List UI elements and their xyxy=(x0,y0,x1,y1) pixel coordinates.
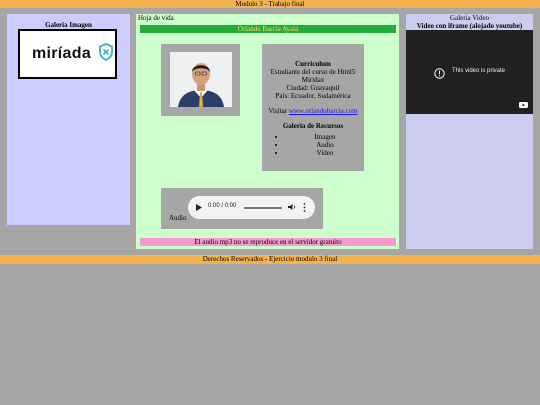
audio-label: Audio xyxy=(169,214,187,222)
video-private-message: This video is private xyxy=(452,68,506,74)
resource-item-audio: Audio xyxy=(286,141,364,149)
video-gallery-panel: Galeria Video Video con iframe (alojado … xyxy=(406,14,533,249)
cv-line: Ciudad: Guayaquil xyxy=(286,84,340,92)
audio-player[interactable]: 0:00 / 0:00 xyxy=(188,196,315,219)
shield-x-icon xyxy=(99,43,113,61)
logo-text: miríada xyxy=(32,45,92,62)
photo-frame xyxy=(161,44,240,116)
audio-notice-bar: El audio mp3 no se reproduce en el servi… xyxy=(140,238,396,246)
name-bar: Orlando Barcia Ayala xyxy=(140,25,396,33)
visit-prefix: Visitar xyxy=(268,107,289,115)
video-gallery-title: Galeria Video xyxy=(450,14,489,22)
video-gallery-subtitle: Video con iframe (alojado youtube) xyxy=(416,22,523,30)
cv-section-label: Hoja de vida xyxy=(138,14,174,22)
resource-item-imagen: Imagen xyxy=(286,133,364,141)
resources-list: Imagen Audio Video xyxy=(262,133,364,157)
resources-heading: Galeria de Recursos xyxy=(282,122,344,130)
audio-progress-bar[interactable] xyxy=(244,207,282,209)
visit-line: Visitar www.orlandobarcia.com xyxy=(262,107,364,115)
info-icon xyxy=(434,68,445,79)
profile-photo xyxy=(170,52,232,107)
image-gallery-panel: Galeria Imagen miríada xyxy=(7,14,130,225)
audio-section: Audio 0:00 / 0:00 xyxy=(161,188,323,229)
person-portrait-icon xyxy=(170,52,232,107)
cv-line: Estudiante del curso de Html5 xyxy=(270,68,356,76)
cv-line: Miridax xyxy=(301,76,325,84)
cv-line: País: Ecuador, Sudamérica xyxy=(275,92,351,100)
youtube-video-frame[interactable]: This video is private xyxy=(406,30,533,114)
volume-icon[interactable] xyxy=(288,203,296,211)
miriada-logo[interactable]: miríada xyxy=(18,29,117,79)
website-link[interactable]: www.orlandobarcia.com xyxy=(289,107,358,115)
cv-heading: Curriculum xyxy=(295,60,331,68)
youtube-icon[interactable] xyxy=(519,102,528,108)
page-footer: Derechos Reservados - Ejercicio modulo 3… xyxy=(0,255,540,264)
curriculum-box: Curriculum Estudiante del curso de Html5… xyxy=(262,44,364,171)
audio-time: 0:00 / 0:00 xyxy=(208,203,237,209)
image-gallery-title: Galeria Imagen xyxy=(45,21,92,29)
page-header: Modulo 3 - Trabajo final xyxy=(0,0,540,8)
cv-panel: Hoja de vida Orlando Barcia Ayala Curric… xyxy=(136,14,399,249)
play-icon[interactable] xyxy=(196,204,202,211)
resource-item-video: Video xyxy=(286,149,364,157)
more-options-icon[interactable] xyxy=(303,203,306,212)
